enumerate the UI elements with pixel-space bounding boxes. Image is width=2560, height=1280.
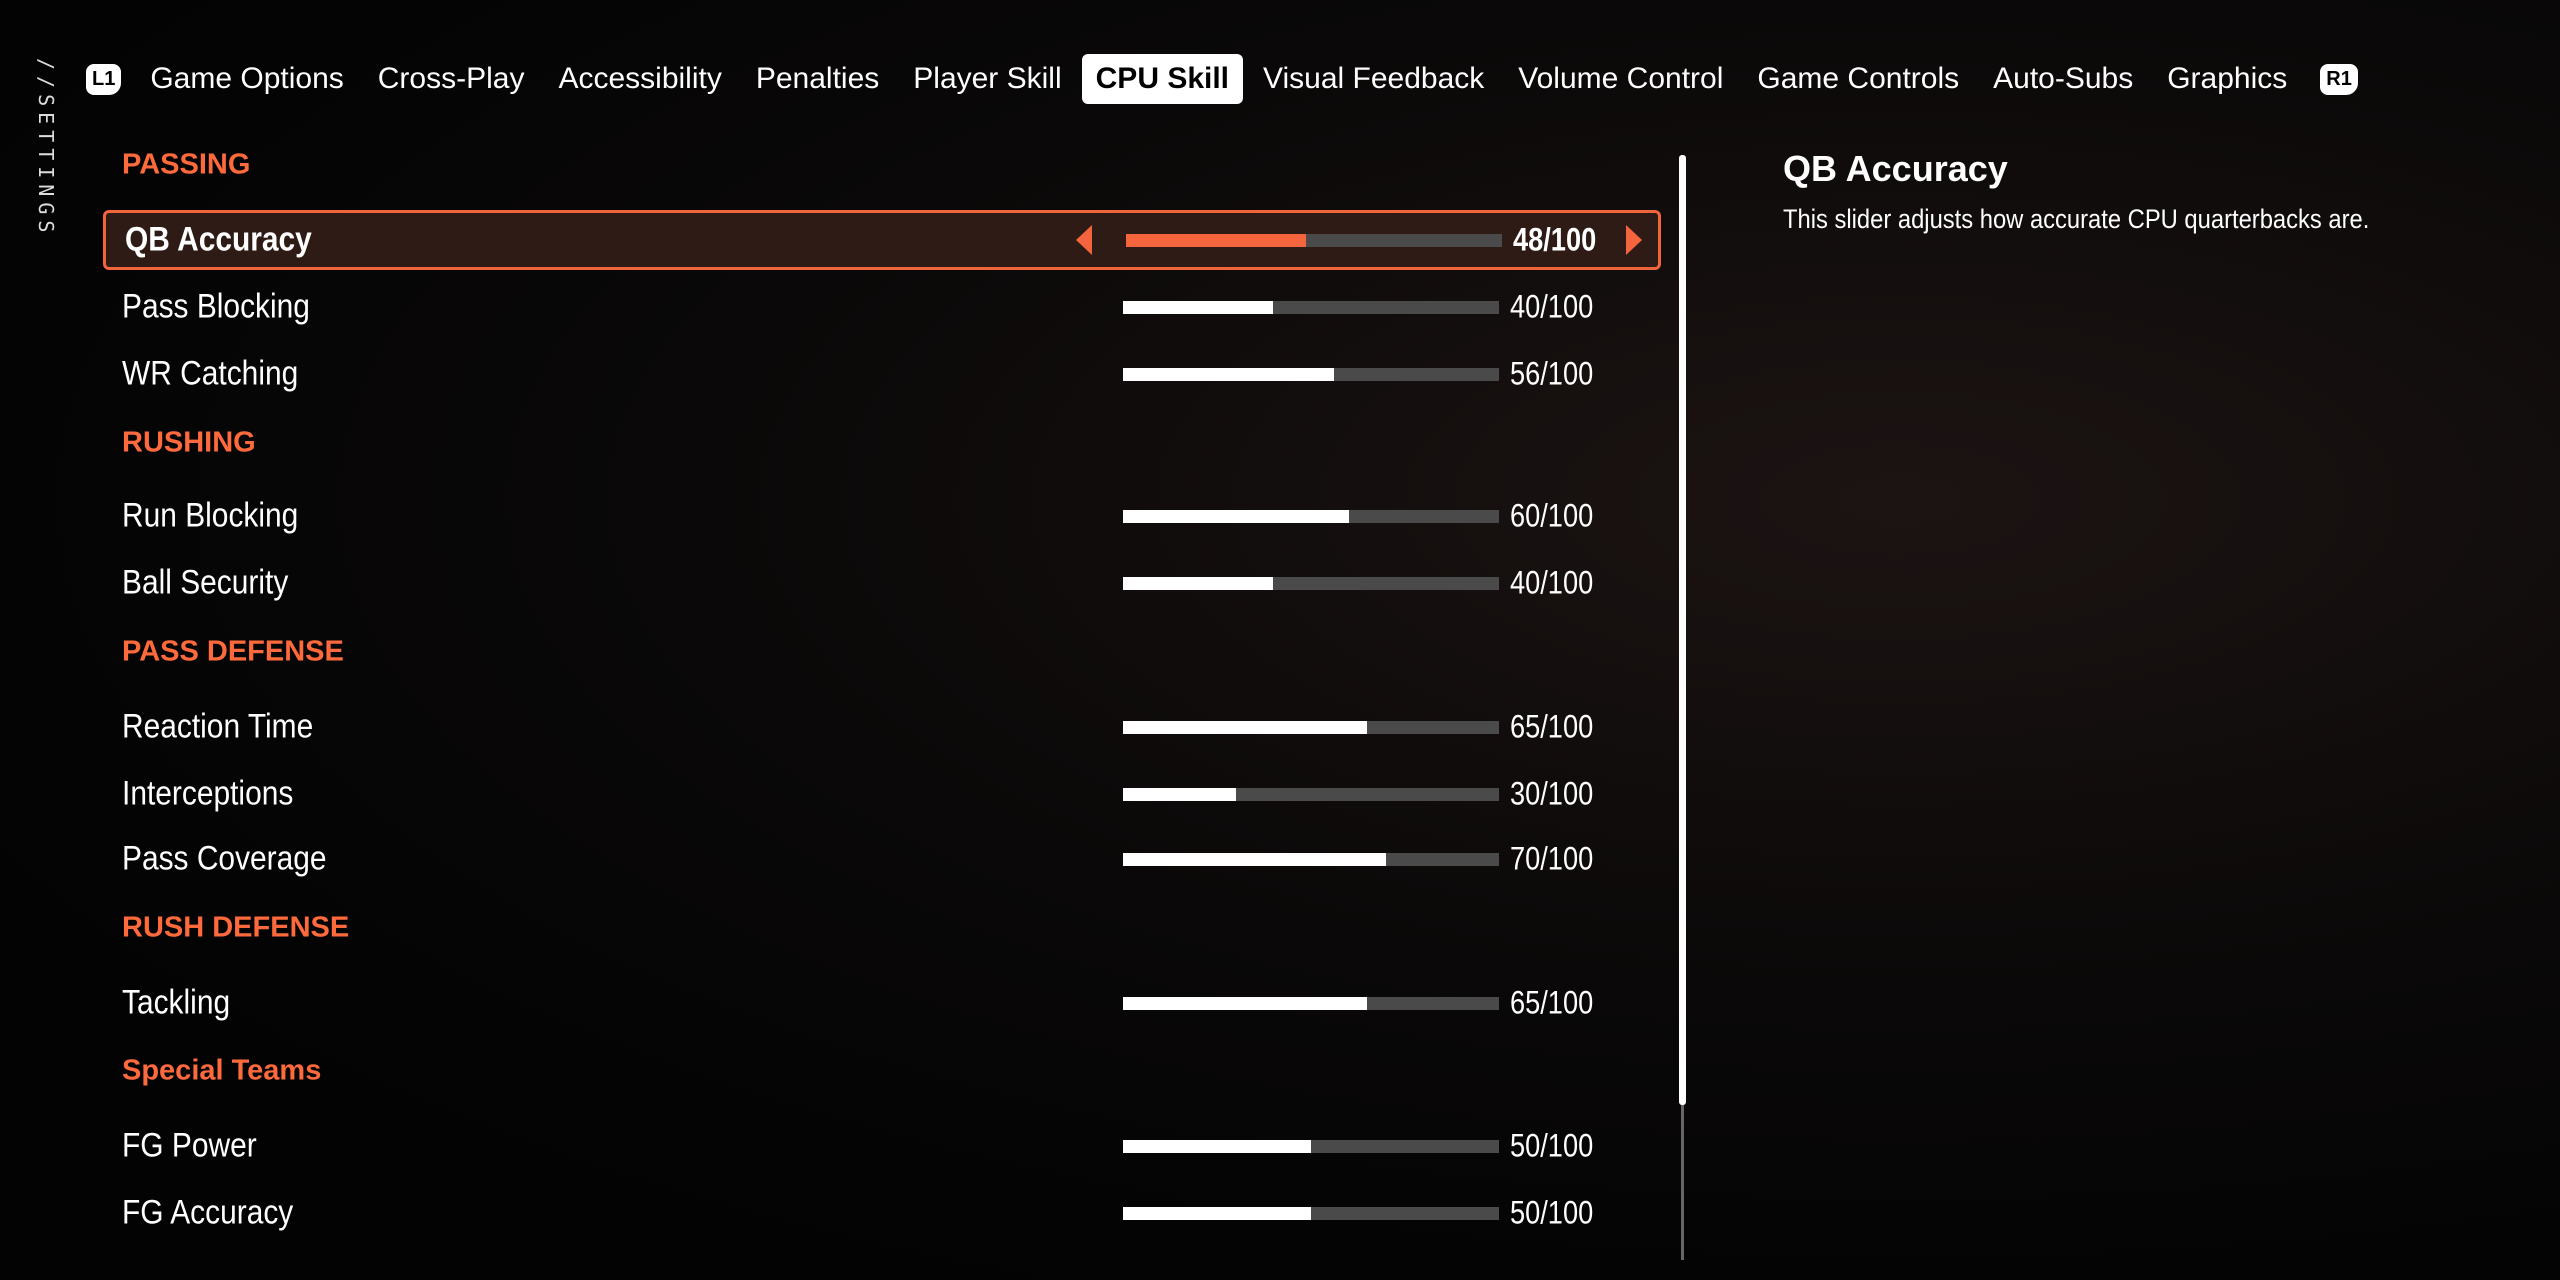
slider-value: 70/100 [1510, 840, 1594, 877]
slider-fill [1123, 997, 1368, 1010]
arrow-left-icon[interactable] [1076, 225, 1092, 255]
slider-track[interactable] [1123, 997, 1499, 1010]
slider-row[interactable]: WR Catching 56/100 [103, 344, 1661, 404]
slider-label: QB Accuracy [125, 220, 312, 259]
slider-fill [1123, 788, 1236, 801]
slider-label: Pass Coverage [122, 839, 327, 878]
slider-row[interactable]: QB Accuracy 48/100 [103, 210, 1661, 270]
slider-track[interactable] [1123, 301, 1499, 314]
slider-track[interactable] [1123, 510, 1499, 523]
tab-game-controls[interactable]: Game Controls [1743, 54, 1973, 104]
r1-button[interactable]: R1 [2320, 63, 2358, 95]
slider-label: Tackling [122, 983, 231, 1022]
tab-auto-subs[interactable]: Auto-Subs [1979, 54, 2147, 104]
tab-cross-play[interactable]: Cross-Play [364, 54, 539, 104]
slider-label: Pass Blocking [122, 287, 310, 326]
slider-row[interactable]: Tackling 65/100 [103, 973, 1661, 1033]
slider-fill [1123, 853, 1387, 866]
slider-value: 48/100 [1513, 221, 1597, 258]
slider-track[interactable] [1123, 788, 1499, 801]
slider-label: FG Accuracy [122, 1193, 294, 1232]
slider-row[interactable]: FG Power 50/100 [103, 1116, 1661, 1176]
slider-row[interactable]: Ball Security 40/100 [103, 553, 1661, 613]
tab-graphics[interactable]: Graphics [2153, 54, 2301, 104]
slider-fill [1126, 234, 1307, 247]
slider-track[interactable] [1123, 1140, 1499, 1153]
slider-value: 60/100 [1510, 497, 1594, 534]
slider-value: 65/100 [1510, 984, 1594, 1021]
slider-value: 30/100 [1510, 775, 1594, 812]
slider-row[interactable]: Run Blocking 60/100 [103, 486, 1661, 546]
slider-label: Ball Security [122, 563, 289, 602]
slider-fill [1123, 368, 1334, 381]
slider-value: 50/100 [1510, 1194, 1594, 1231]
slider-fill [1123, 1207, 1311, 1220]
tab-player-skill[interactable]: Player Skill [899, 54, 1075, 104]
detail-title: QB Accuracy [1783, 148, 2008, 189]
slider-track[interactable] [1123, 853, 1499, 866]
scrollbar-thumb[interactable] [1679, 155, 1686, 1105]
slider-track[interactable] [1123, 577, 1499, 590]
detail-description: This slider adjusts how accurate CPU qua… [1783, 204, 2370, 234]
tab-game-options[interactable]: Game Options [136, 54, 357, 104]
section-header: RUSHING [122, 426, 256, 459]
slider-fill [1123, 721, 1368, 734]
slider-label: Interceptions [122, 774, 294, 813]
section-header: RUSH DEFENSE [122, 911, 350, 944]
slider-value: 40/100 [1510, 288, 1594, 325]
l1-button[interactable]: L1 [86, 63, 122, 95]
slider-value: 65/100 [1510, 708, 1594, 745]
slider-label: Run Blocking [122, 496, 299, 535]
breadcrumb: //SETTINGS [34, 58, 58, 239]
slider-track[interactable] [1126, 234, 1502, 247]
slider-track[interactable] [1123, 1207, 1499, 1220]
tab-bar: L1 Game Options Cross-Play Accessibility Pe… [86, 52, 2370, 106]
arrow-right-icon[interactable] [1626, 225, 1642, 255]
slider-track[interactable] [1123, 368, 1499, 381]
slider-row[interactable]: Interceptions 30/100 [103, 764, 1661, 824]
slider-row[interactable]: Reaction Time 65/100 [103, 697, 1661, 757]
slider-fill [1123, 301, 1274, 314]
slider-value: 50/100 [1510, 1127, 1594, 1164]
section-header: PASSING [122, 148, 251, 181]
slider-row[interactable]: Pass Coverage 70/100 [103, 829, 1661, 889]
section-header: PASS DEFENSE [122, 635, 344, 668]
slider-label: WR Catching [122, 354, 299, 393]
section-header: Special Teams [122, 1054, 322, 1087]
tab-accessibility[interactable]: Accessibility [544, 54, 735, 104]
slider-value: 56/100 [1510, 355, 1594, 392]
slider-row[interactable]: Pass Blocking 40/100 [103, 277, 1661, 337]
slider-value: 40/100 [1510, 564, 1594, 601]
tab-penalties[interactable]: Penalties [742, 54, 893, 104]
slider-label: Reaction Time [122, 707, 314, 746]
slider-fill [1123, 577, 1274, 590]
slider-label: FG Power [122, 1126, 257, 1165]
tab-cpu-skill[interactable]: CPU Skill [1081, 54, 1244, 104]
tab-volume-control[interactable]: Volume Control [1504, 54, 1737, 104]
slider-track[interactable] [1123, 721, 1499, 734]
slider-fill [1123, 510, 1349, 523]
slider-row[interactable]: FG Accuracy 50/100 [103, 1183, 1661, 1243]
slider-fill [1123, 1140, 1311, 1153]
tab-visual-feedback[interactable]: Visual Feedback [1249, 54, 1498, 104]
